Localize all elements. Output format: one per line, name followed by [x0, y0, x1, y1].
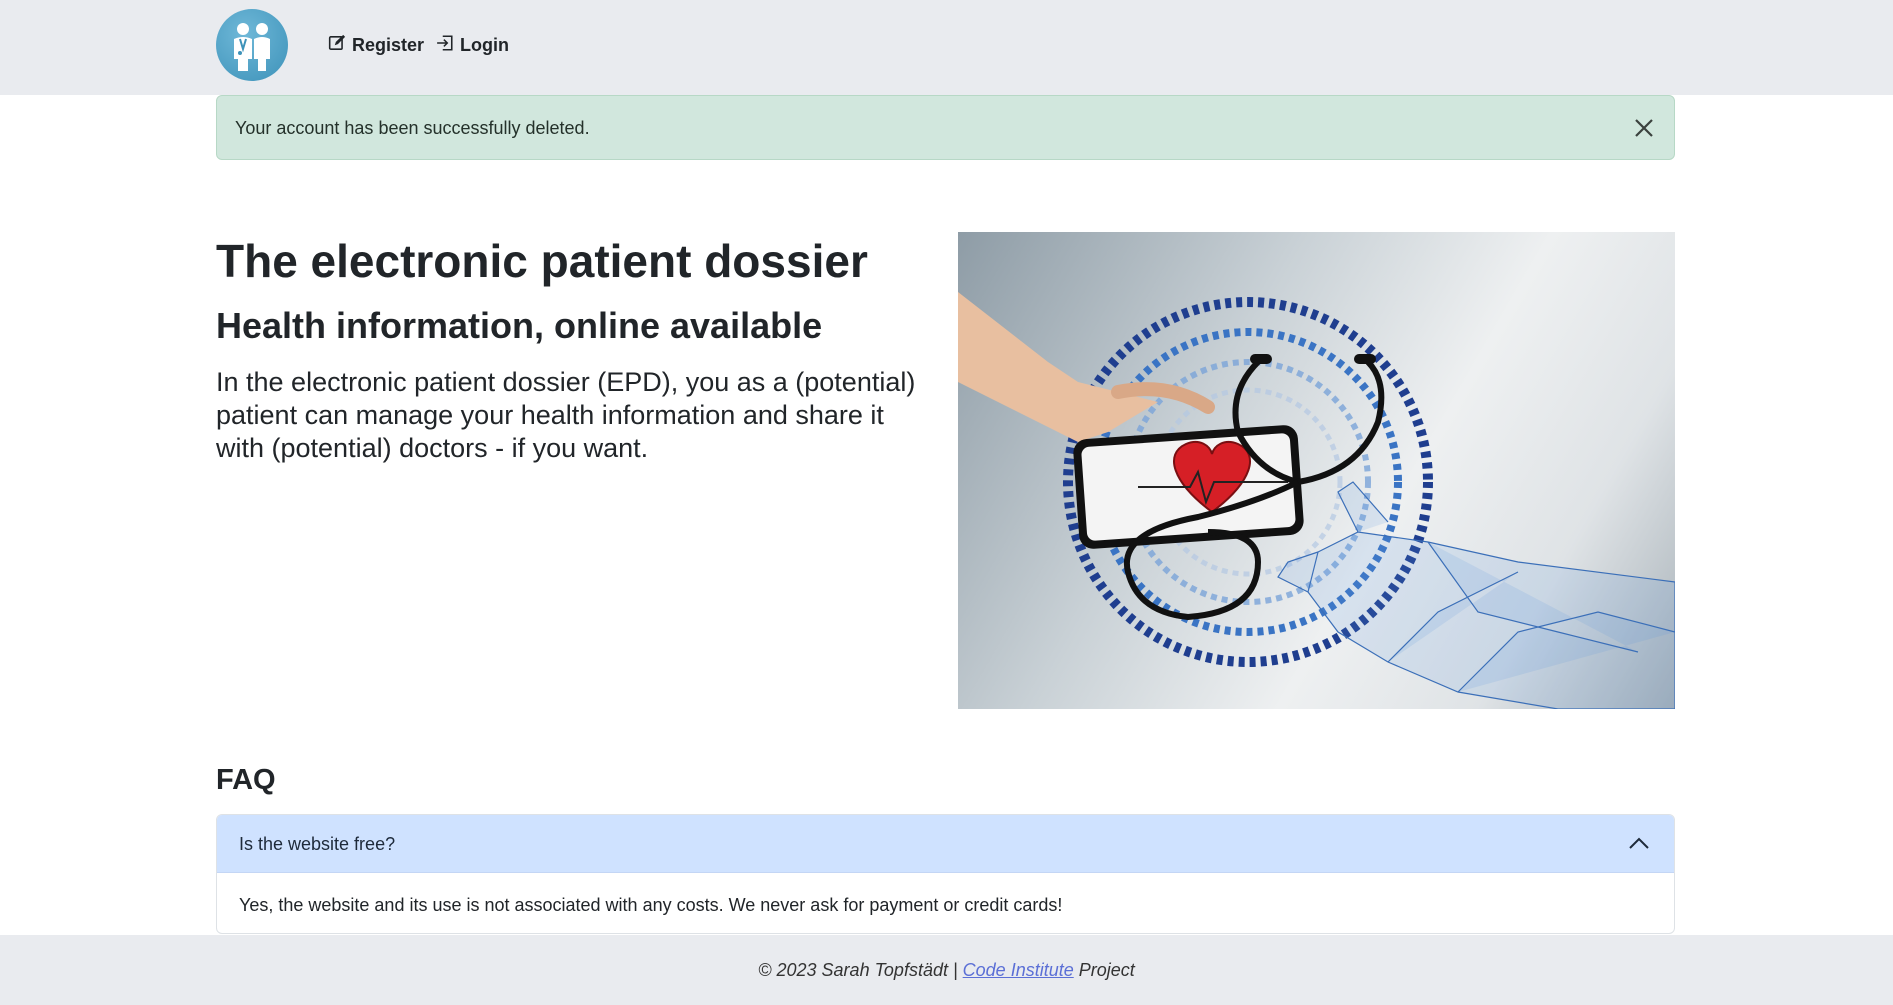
hero-text: In the electronic patient dossier (EPD),…	[216, 367, 916, 463]
hero-subtitle: Health information, online available	[216, 305, 823, 346]
alert-message: Your account has been successfully delet…	[235, 118, 590, 138]
register-label: Register	[352, 34, 425, 55]
close-icon[interactable]	[1630, 114, 1658, 142]
faq-answer: Yes, the website and its use is not asso…	[239, 895, 1063, 915]
faq-heading: FAQ	[216, 764, 276, 796]
faq-question: Is the website free?	[239, 834, 396, 854]
box-arrow-in-right-icon	[436, 34, 454, 57]
register-link[interactable]: Register	[328, 32, 424, 58]
hero-title: The electronic patient dossier	[216, 235, 868, 287]
faq-accordion: Is the website free? Yes, the website an…	[216, 814, 1675, 934]
footer-text: © 2023 Sarah Topfstädt | Code Institute …	[758, 960, 1135, 981]
login-link[interactable]: Login	[436, 32, 509, 58]
footer: © 2023 Sarah Topfstädt | Code Institute …	[0, 935, 1893, 1005]
code-institute-link[interactable]: Code Institute	[963, 960, 1074, 980]
login-label: Login	[460, 34, 509, 55]
navbar: Register Login	[0, 0, 1893, 95]
chevron-up-icon	[1626, 831, 1652, 857]
hand-phone-stethoscope-heart-image-icon	[958, 232, 1675, 709]
footer-suffix: Project	[1073, 959, 1135, 980]
success-alert: Your account has been successfully delet…	[216, 95, 1675, 160]
pencil-square-icon	[328, 34, 346, 57]
footer-copyright: © 2023 Sarah Topfstädt |	[758, 959, 963, 980]
doctor-patient-logo-icon[interactable]	[216, 9, 288, 81]
faq-question-button[interactable]: Is the website free?	[217, 815, 1674, 873]
